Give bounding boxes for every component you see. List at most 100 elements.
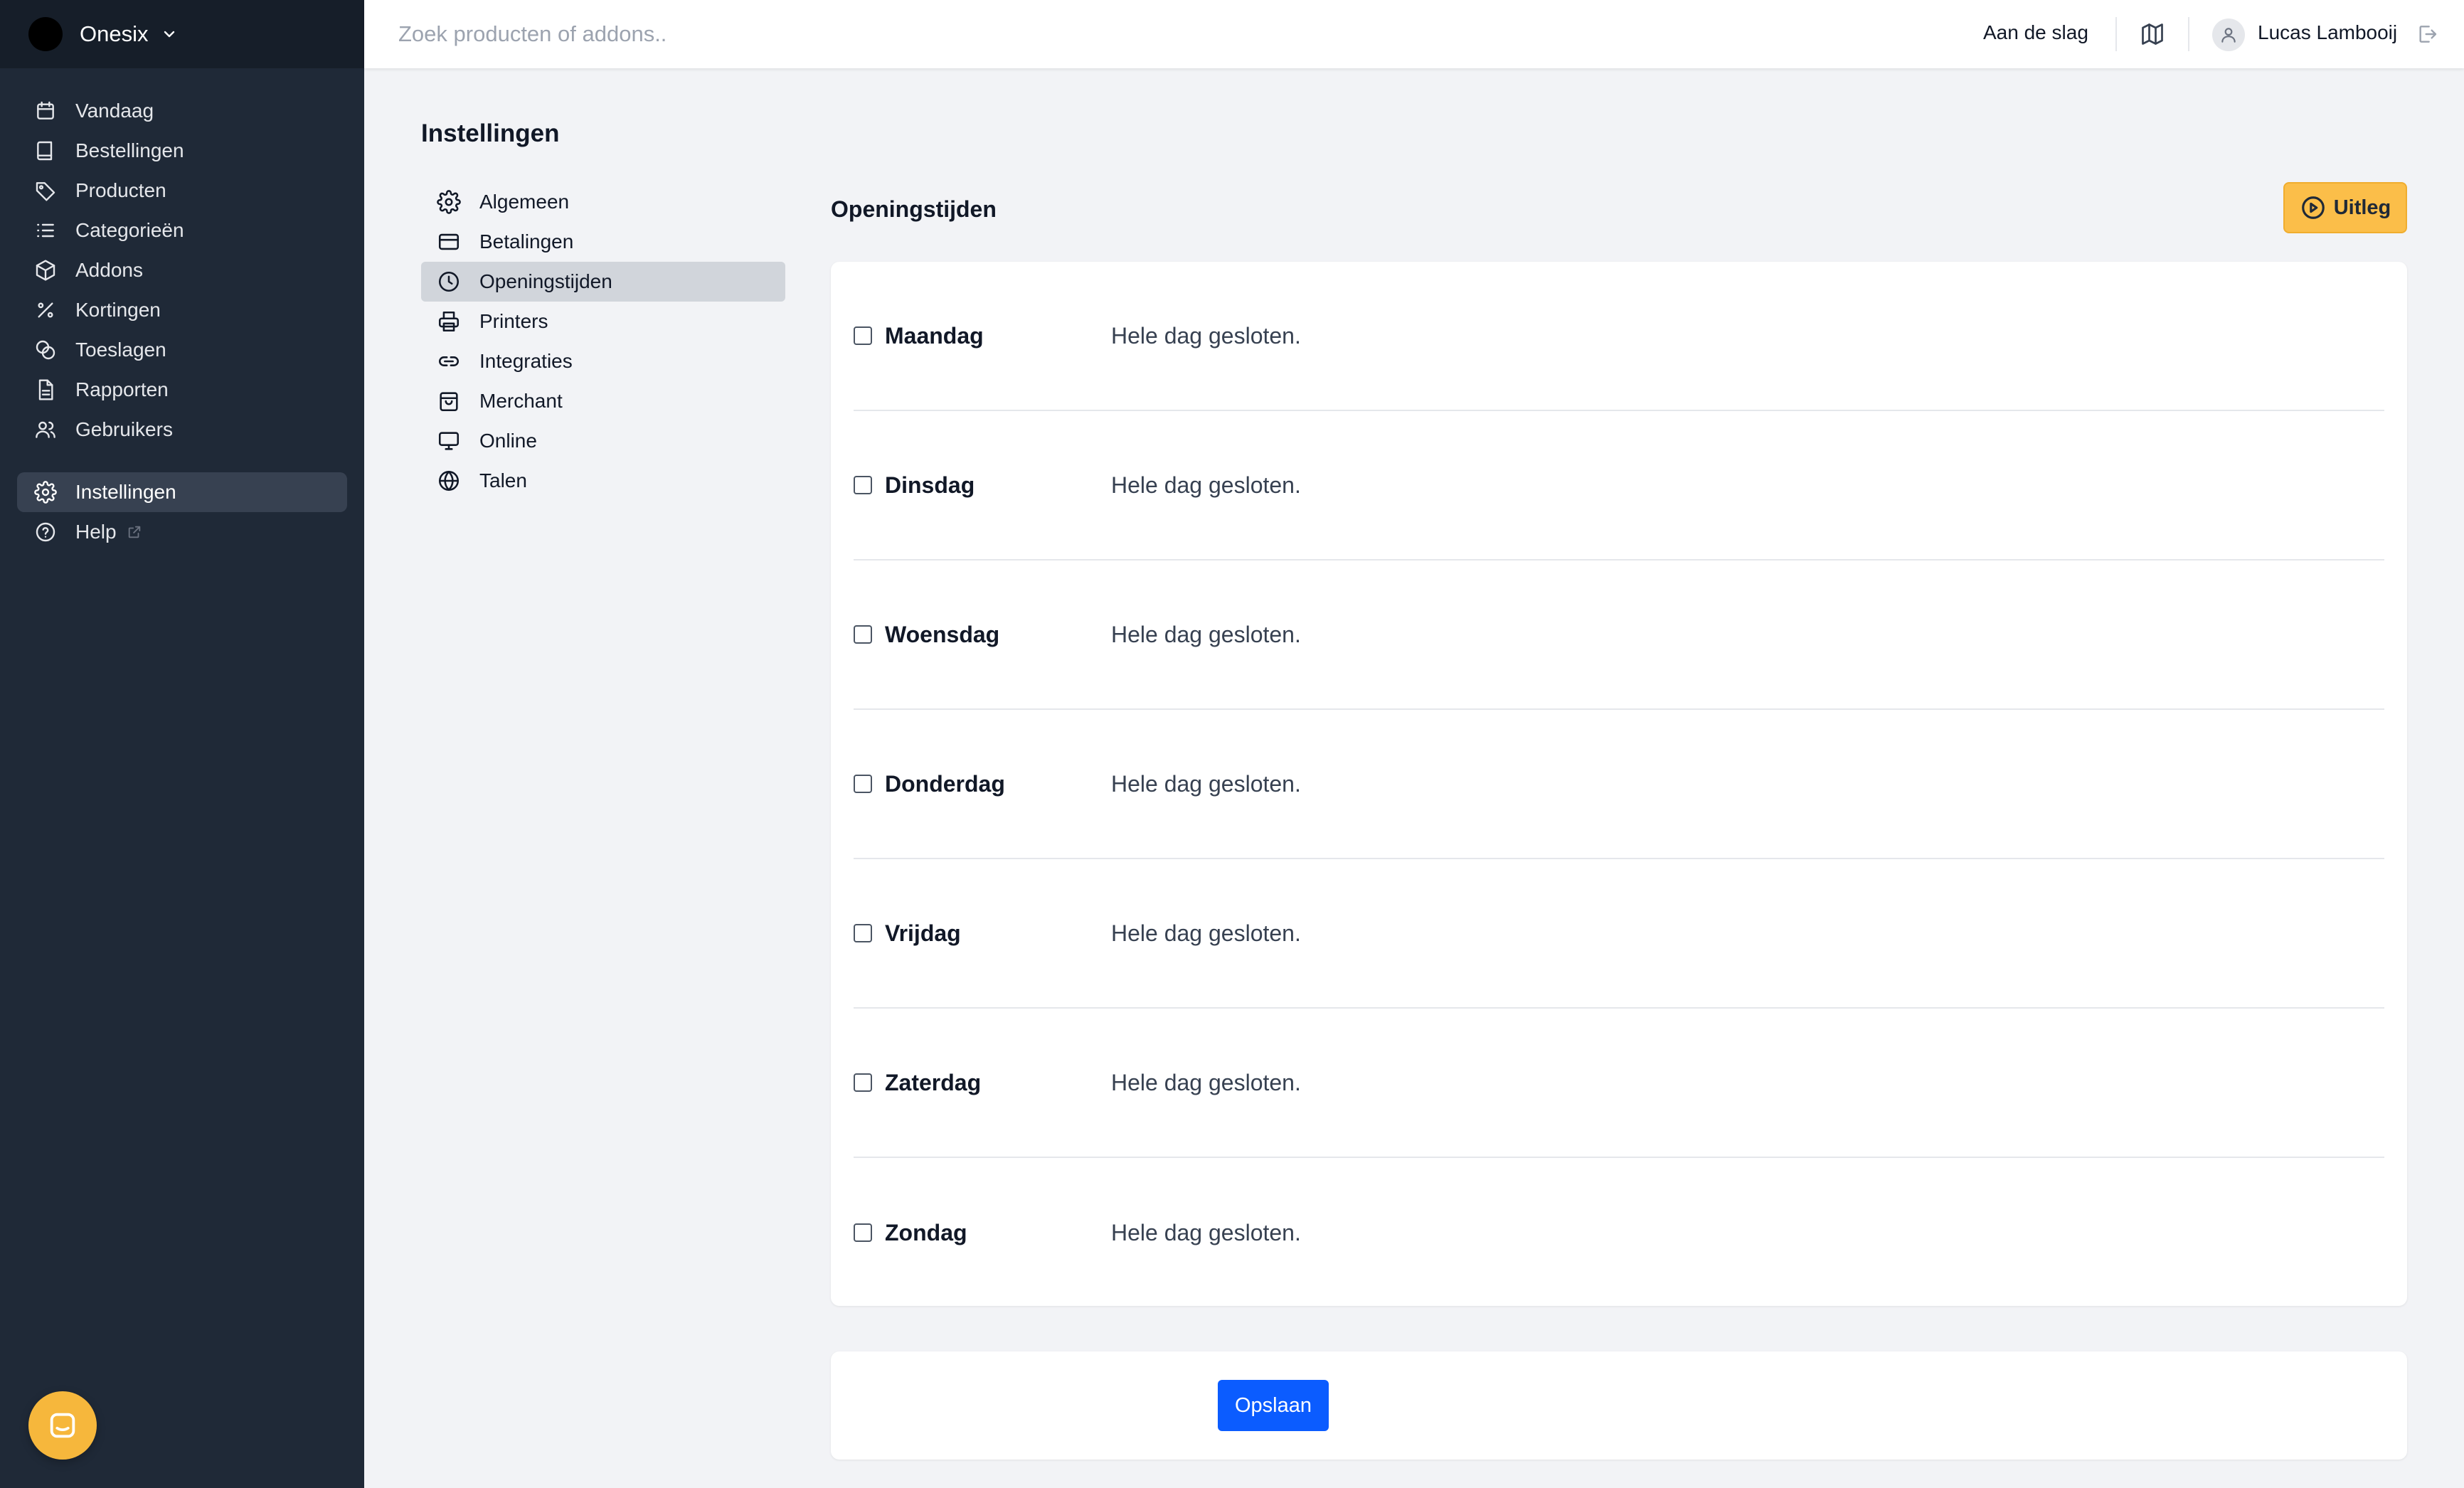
day-status: Hele dag gesloten. <box>1111 1219 1301 1245</box>
sidebar-item-addons[interactable]: Addons <box>17 250 347 290</box>
settings-tab-label: Printers <box>479 310 548 332</box>
day-name: Zondag <box>885 1219 967 1245</box>
user-name[interactable]: Lucas Lambooij <box>2258 21 2397 44</box>
day-checkbox[interactable] <box>854 1223 872 1242</box>
day-checkbox[interactable] <box>854 326 872 345</box>
sidebar-item-label: Rapporten <box>75 378 169 400</box>
settings-nav: Algemeen Betalingen Openingstijden Print… <box>421 182 785 501</box>
sidebar-item-label: Addons <box>75 259 143 281</box>
settings-tab-algemeen[interactable]: Algemeen <box>421 182 785 222</box>
page-title: Instellingen <box>421 119 560 147</box>
day-checkbox[interactable] <box>854 1073 872 1092</box>
explain-button-label: Uitleg <box>2333 196 2391 219</box>
day-name: Donderdag <box>885 770 1005 797</box>
workspace-switcher[interactable]: Onesix <box>0 0 364 68</box>
percent-icon <box>38 302 53 318</box>
day-status: Hele dag gesloten. <box>1111 472 1301 498</box>
day-row-zondag: Zondag Hele dag gesloten. <box>854 1158 2384 1307</box>
printer-icon <box>438 311 460 332</box>
settings-tab-label: Integraties <box>479 350 573 372</box>
sidebar-item-label: Bestellingen <box>75 139 184 161</box>
sidebar-item-bestellingen[interactable]: Bestellingen <box>17 131 347 171</box>
coins-icon <box>36 340 55 360</box>
cube-icon <box>36 260 55 281</box>
save-card: Opslaan <box>831 1351 2407 1460</box>
settings-tab-openingstijden[interactable]: Openingstijden <box>421 262 785 302</box>
settings-tab-label: Merchant <box>479 390 563 412</box>
sidebar-nav: Vandaag Bestellingen Producten Categorie… <box>17 91 347 552</box>
sidebar-item-producten[interactable]: Producten <box>17 171 347 211</box>
question-icon <box>36 522 55 542</box>
sidebar-item-help[interactable]: Help <box>17 512 347 552</box>
credit-card-icon <box>438 233 460 250</box>
getting-started-link[interactable]: Aan de slag <box>1983 21 2088 44</box>
sidebar-item-gebruikers[interactable]: Gebruikers <box>17 410 347 450</box>
book-icon <box>37 141 53 161</box>
settings-tab-talen[interactable]: Talen <box>421 461 785 501</box>
list-icon <box>37 223 54 238</box>
day-checkbox[interactable] <box>854 476 872 494</box>
settings-tab-online[interactable]: Online <box>421 421 785 461</box>
shopping-bag-icon <box>440 392 458 412</box>
gear-icon <box>34 481 57 504</box>
settings-tab-label: Betalingen <box>479 230 574 253</box>
day-name: Vrijdag <box>885 920 961 946</box>
tag-icon <box>36 182 55 201</box>
opening-hours-card: Maandag Hele dag gesloten. Dinsdag Hele … <box>831 262 2407 1306</box>
day-row-donderdag: Donderdag Hele dag gesloten. <box>854 710 2384 859</box>
day-row-dinsdag: Dinsdag Hele dag gesloten. <box>854 411 2384 560</box>
settings-tab-label: Openingstijden <box>479 270 612 292</box>
external-link-icon <box>128 526 140 538</box>
sidebar-item-label: Categorieën <box>75 219 184 241</box>
sidebar-item-vandaag[interactable]: Vandaag <box>17 91 347 131</box>
sidebar-item-label: Producten <box>75 179 166 201</box>
settings-tab-betalingen[interactable]: Betalingen <box>421 222 785 262</box>
header-divider <box>2188 17 2189 51</box>
sidebar-item-toeslagen[interactable]: Toeslagen <box>17 330 347 370</box>
sidebar-item-label: Vandaag <box>75 100 154 122</box>
day-checkbox[interactable] <box>854 625 872 644</box>
day-checkbox[interactable] <box>854 924 872 942</box>
day-name: Woensdag <box>885 621 1000 647</box>
avatar[interactable] <box>2212 18 2245 51</box>
chevron-down-icon <box>164 31 175 38</box>
chat-launcher-button[interactable] <box>28 1391 97 1460</box>
settings-tab-integraties[interactable]: Integraties <box>421 341 785 381</box>
section-title: Openingstijden <box>831 196 997 222</box>
day-row-zaterdag: Zaterdag Hele dag gesloten. <box>854 1009 2384 1158</box>
day-name: Dinsdag <box>885 472 975 498</box>
calendar-icon <box>37 101 54 119</box>
brand-logo <box>28 17 63 51</box>
day-name: Zaterdag <box>885 1069 982 1095</box>
header-divider <box>2115 17 2117 51</box>
sidebar-item-kortingen[interactable]: Kortingen <box>17 290 347 330</box>
gear-icon <box>437 190 461 214</box>
document-icon <box>38 379 53 400</box>
save-button[interactable]: Opslaan <box>1218 1380 1329 1431</box>
sidebar-item-label: Kortingen <box>75 299 161 321</box>
search-input[interactable] <box>398 17 1394 51</box>
map-icon[interactable] <box>2140 21 2165 47</box>
sidebar-item-instellingen[interactable]: Instellingen <box>17 472 347 512</box>
settings-tab-printers[interactable]: Printers <box>421 302 785 341</box>
sidebar-item-label: Toeslagen <box>75 339 166 361</box>
logout-icon[interactable] <box>2416 23 2438 46</box>
explain-button[interactable]: Uitleg <box>2283 182 2407 233</box>
brand-name: Onesix <box>80 21 149 46</box>
day-row-woensdag: Woensdag Hele dag gesloten. <box>854 560 2384 710</box>
sidebar-item-rapporten[interactable]: Rapporten <box>17 370 347 410</box>
sidebar-item-categorieen[interactable]: Categorieën <box>17 211 347 250</box>
day-status: Hele dag gesloten. <box>1111 770 1301 797</box>
day-name: Maandag <box>885 322 984 349</box>
chat-icon <box>50 1413 75 1438</box>
top-header: Aan de slag Lucas Lambooij <box>364 0 2464 68</box>
day-status: Hele dag gesloten. <box>1111 1069 1301 1095</box>
day-status: Hele dag gesloten. <box>1111 621 1301 647</box>
day-checkbox[interactable] <box>854 775 872 793</box>
monitor-icon <box>438 432 460 450</box>
sidebar-item-label: Instellingen <box>75 481 176 503</box>
settings-tab-merchant[interactable]: Merchant <box>421 381 785 421</box>
user-icon <box>2221 28 2236 43</box>
day-row-vrijdag: Vrijdag Hele dag gesloten. <box>854 859 2384 1009</box>
